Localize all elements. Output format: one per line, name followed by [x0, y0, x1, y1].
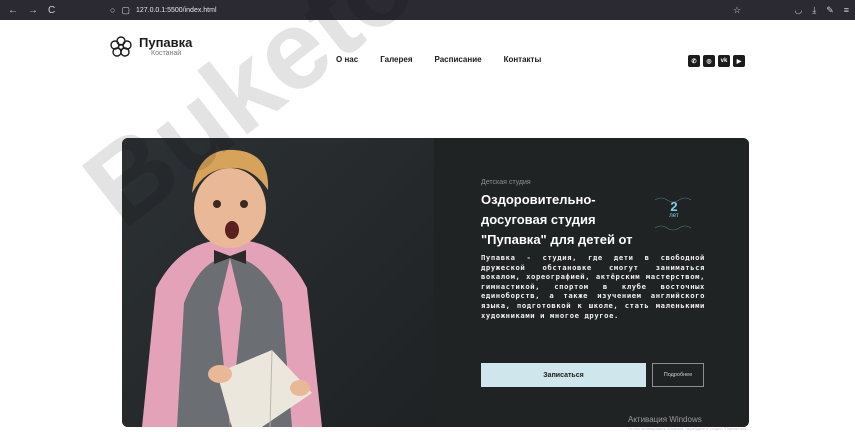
social-links: ✆ ◎ vk ▶: [688, 55, 745, 67]
hero-description: Пупавка - студия, где дети в свободной д…: [481, 253, 705, 320]
browser-toolbar: ← → C ○ ▢ 127.0.0.1:5500/index.html ◡ ⤓ …: [0, 0, 855, 20]
hero-photo: [122, 138, 434, 427]
url-text[interactable]: 127.0.0.1:5500/index.html: [136, 7, 217, 14]
hero-title: Оздоровительно-досуговая студия "Пупавка…: [481, 192, 633, 247]
browser-nav: ← → C: [0, 5, 110, 16]
download-icon[interactable]: ⤓: [812, 5, 816, 16]
menu-icon[interactable]: ≡: [844, 5, 849, 16]
youtube-icon[interactable]: ▶: [733, 55, 745, 67]
main-menu: О нас Галерея Расписание Контакты: [336, 55, 541, 64]
menu-item-gallery[interactable]: Галерея: [380, 55, 412, 64]
details-button[interactable]: Подробнее: [652, 363, 704, 387]
extensions-icon[interactable]: ✎: [826, 5, 834, 16]
logo-title: Пупавка: [139, 35, 193, 50]
logo-text: Пупавка Костанай: [139, 36, 192, 58]
instagram-icon[interactable]: ◎: [703, 55, 715, 67]
page-icon: ▢: [121, 4, 130, 15]
boy-reading-illustration: [142, 149, 322, 427]
signup-button[interactable]: Записаться: [481, 363, 646, 387]
browser-actions: ◡ ⤓ ✎ ≡: [794, 5, 855, 16]
reload-icon[interactable]: C: [48, 5, 55, 16]
wave-lines-icon: [654, 197, 692, 231]
pocket-icon[interactable]: ◡: [794, 5, 802, 16]
windows-activation-hint: Чтобы активировать Windows, перейдите в …: [628, 426, 749, 431]
back-icon[interactable]: ←: [8, 5, 18, 16]
forward-icon[interactable]: →: [28, 5, 38, 16]
whatsapp-icon[interactable]: ✆: [688, 55, 700, 67]
menu-item-schedule[interactable]: Расписание: [435, 55, 482, 64]
bookmark-star-icon[interactable]: ☆: [733, 5, 741, 16]
menu-item-contacts[interactable]: Контакты: [504, 55, 542, 64]
logo-city: Костанай: [151, 50, 182, 57]
vk-icon[interactable]: vk: [718, 55, 730, 67]
address-bar[interactable]: ○ ▢ 127.0.0.1:5500/index.html: [110, 3, 750, 17]
hero-eyebrow: Детская студия: [481, 179, 531, 186]
age-badge: 2 лет: [653, 197, 695, 231]
windows-activation-notice: Активация Windows: [628, 415, 702, 424]
logo[interactable]: Пупавка Костанай: [109, 35, 192, 59]
shield-icon: ○: [110, 5, 116, 15]
flower-logo-icon: [110, 36, 132, 57]
menu-item-about[interactable]: О нас: [336, 55, 358, 64]
